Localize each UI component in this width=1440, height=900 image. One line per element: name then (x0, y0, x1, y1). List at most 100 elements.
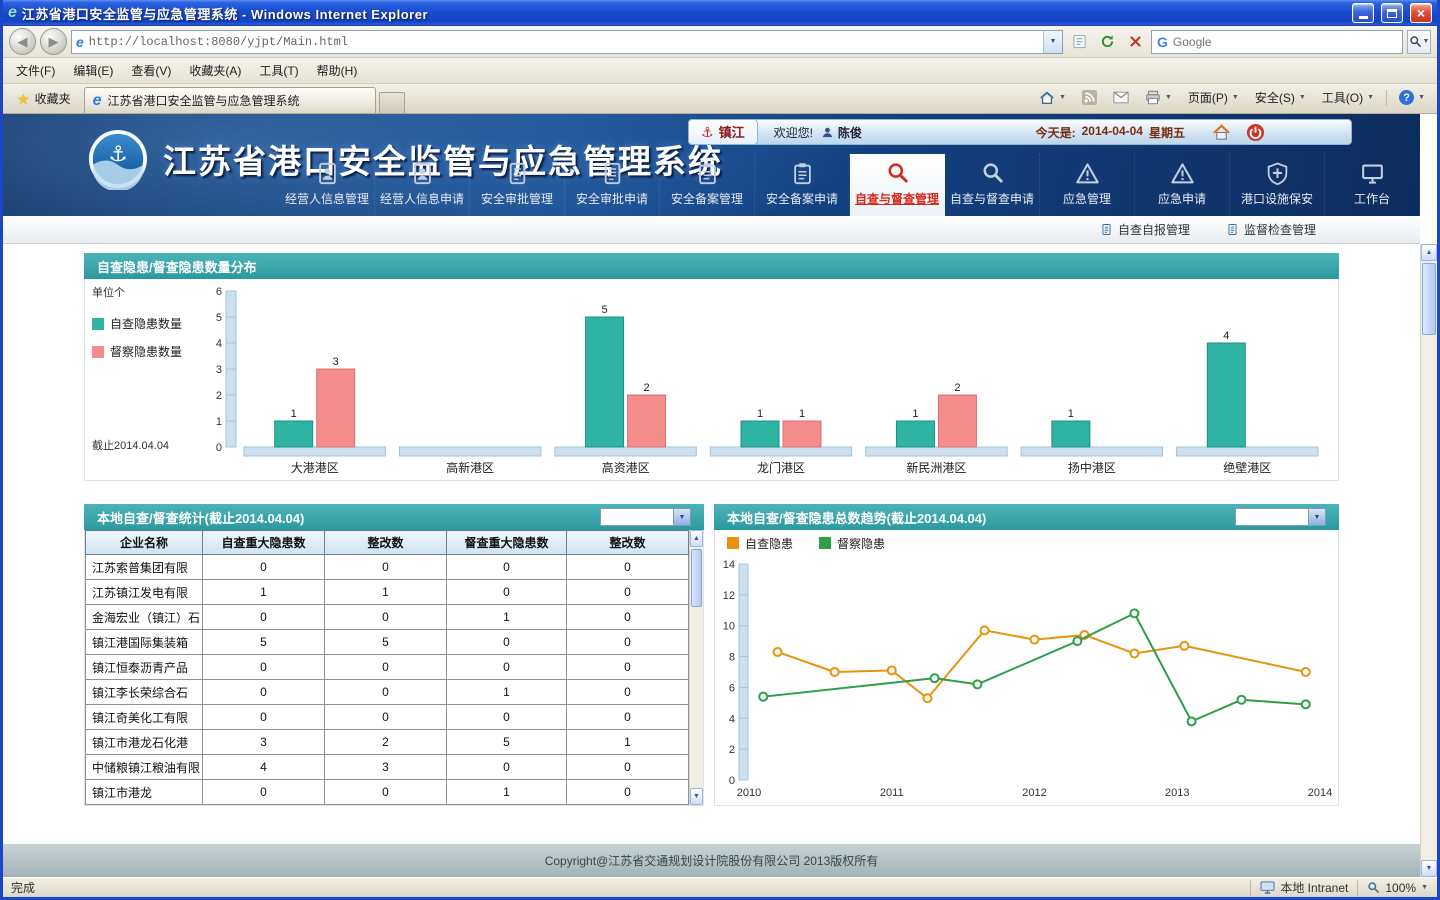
nav-item[interactable]: 安全审批管理 (470, 154, 565, 216)
scrollbar-thumb[interactable] (691, 549, 702, 607)
svg-text:2010: 2010 (737, 787, 761, 799)
logout-icon[interactable] (1245, 122, 1265, 142)
subnav-item[interactable]: 自查自报管理 (1100, 221, 1190, 238)
menu-item[interactable]: 帮助(H) (308, 58, 367, 83)
nav-item[interactable]: 自查与督查管理 (850, 154, 945, 216)
value-cell: 3 (325, 755, 447, 780)
nav-item[interactable]: 安全备案管理 (660, 154, 755, 216)
city-selector[interactable]: ⚓ 镇江 (688, 119, 758, 145)
table-row[interactable]: 镇江李长荣综合石0010 (86, 680, 689, 705)
date-label: 今天是: (1036, 124, 1076, 141)
svg-text:大港港区: 大港港区 (291, 461, 339, 475)
nav-item[interactable]: 安全备案申请 (755, 154, 850, 216)
home-shortcut-icon[interactable] (1211, 122, 1231, 142)
url-history-dropdown[interactable]: ▼ (1043, 31, 1062, 53)
scrollbar-track[interactable] (1421, 261, 1437, 860)
scroll-up-icon[interactable]: ▲ (1421, 244, 1437, 261)
trend-filter-combo[interactable]: ▼ (1235, 508, 1326, 526)
tab-favicon: e (93, 93, 102, 109)
scrollbar-track[interactable] (690, 547, 703, 788)
table-row[interactable]: 镇江市港龙石化港3251 (86, 730, 689, 755)
table-scrollbar[interactable]: ▲ ▼ (689, 530, 703, 805)
scroll-up-icon[interactable]: ▲ (690, 530, 703, 547)
chevron-down-icon: ▼ (1299, 94, 1306, 101)
zoom-control[interactable]: 100% ▼ (1357, 880, 1437, 896)
nav-item[interactable]: 经营人信息申请 (375, 154, 470, 216)
new-tab-button[interactable] (379, 92, 405, 113)
table-row[interactable]: 镇江市港龙0010 (86, 780, 689, 805)
help-button[interactable]: ? ▼ (1392, 86, 1432, 109)
table-panel-header: 本地自查/督查统计(截止2014.04.04) ▼ (84, 504, 704, 530)
value-cell: 2 (325, 730, 447, 755)
page-scrollbar[interactable]: ▲ ▼ (1420, 244, 1437, 877)
table-row[interactable]: 镇江港国际集装箱5500 (86, 630, 689, 655)
scroll-down-icon[interactable]: ▼ (690, 788, 703, 805)
stop-button[interactable] (1123, 30, 1147, 54)
nav-item[interactable]: 经营人信息管理 (280, 154, 375, 216)
maximize-icon (1387, 9, 1397, 18)
nav-item[interactable]: 应急申请 (1135, 154, 1230, 216)
column-header: 整改数 (325, 531, 447, 555)
legend-item: 自查隐患数量 (92, 315, 203, 332)
url-input[interactable] (89, 35, 1043, 49)
nav-item[interactable]: 安全审批申请 (565, 154, 660, 216)
subnav-item[interactable]: 监督检查管理 (1226, 221, 1316, 238)
value-cell: 1 (325, 580, 447, 605)
legend-swatch (92, 318, 104, 330)
value-cell: 0 (447, 630, 567, 655)
read-mail-button[interactable] (1106, 87, 1136, 108)
warning-icon (1170, 161, 1195, 187)
command-bar: ▼ ▼ 页面(P)▼ 安全(S) ▼ 工具(O)▼ ? ▼ (1032, 85, 1432, 113)
chevron-down-icon[interactable]: ▼ (1309, 508, 1326, 526)
back-button[interactable]: ◀ (9, 28, 36, 55)
svg-text:2011: 2011 (880, 787, 904, 799)
nav-item[interactable]: 港口设施保安 (1230, 154, 1325, 216)
feeds-button[interactable] (1075, 86, 1104, 109)
table-row[interactable]: 镇江恒泰沥青产品0000 (86, 655, 689, 680)
nav-item[interactable]: 应急管理 (1040, 154, 1135, 216)
search-input[interactable] (1173, 35, 1402, 49)
nav-item[interactable]: 自查与督查申请 (945, 154, 1040, 216)
forward-button[interactable]: ▶ (40, 28, 67, 55)
scroll-down-icon[interactable]: ▼ (1421, 860, 1437, 877)
toolbar-button-label: 安全(S) (1255, 89, 1295, 106)
favorites-button[interactable]: ★ 收藏夹 (8, 86, 80, 113)
value-cell: 0 (447, 705, 567, 730)
menu-item[interactable]: 编辑(E) (64, 58, 122, 83)
city-label: 镇江 (719, 122, 745, 141)
menu-item[interactable]: 文件(F) (7, 58, 64, 83)
menu-item[interactable]: 收藏夹(A) (180, 58, 250, 83)
refresh-button[interactable] (1095, 30, 1119, 54)
table-row[interactable]: 江苏索普集团有限0000 (86, 555, 689, 580)
stats-filter-combo[interactable]: ▼ (600, 508, 691, 526)
home-button[interactable]: ▼ (1032, 86, 1073, 110)
print-button[interactable]: ▼ (1138, 86, 1179, 109)
ie-icon: e (8, 5, 17, 21)
search-button[interactable]: ▼ (1407, 30, 1431, 54)
menu-item[interactable]: 查看(V) (122, 58, 180, 83)
toolbar-button[interactable]: 安全(S) ▼ (1248, 85, 1313, 110)
svg-text:扬中港区: 扬中港区 (1068, 460, 1116, 475)
chevron-down-icon[interactable]: ▼ (674, 508, 691, 526)
table-row[interactable]: 中储粮镇江粮油有限4300 (86, 755, 689, 780)
toolbar-button[interactable]: 页面(P)▼ (1181, 85, 1246, 110)
intranet-icon (1260, 881, 1275, 894)
table-row[interactable]: 镇江奇美化工有限0000 (86, 705, 689, 730)
chevron-down-icon: ▼ (1418, 94, 1425, 101)
menu-item[interactable]: 工具(T) (250, 58, 307, 83)
compatibility-view-icon[interactable] (1067, 30, 1091, 54)
svg-text:3: 3 (333, 356, 339, 368)
minimize-button[interactable] (1352, 3, 1374, 23)
company-name-cell: 中储粮镇江粮油有限 (86, 755, 203, 780)
scrollbar-thumb[interactable] (1422, 263, 1436, 335)
value-cell: 0 (447, 555, 567, 580)
maximize-button[interactable] (1381, 3, 1403, 23)
table-row[interactable]: 江苏镇江发电有限1100 (86, 580, 689, 605)
tab-active[interactable]: e 江苏省港口安全监管与应急管理系统 (84, 87, 376, 113)
table-row[interactable]: 金海宏业（镇江）石0010 (86, 605, 689, 630)
nav-item[interactable]: 工作台 (1325, 154, 1420, 216)
printer-icon (1145, 90, 1161, 105)
close-button[interactable]: × (1410, 3, 1432, 23)
toolbar-button[interactable]: 工具(O)▼ (1315, 85, 1381, 110)
menu-bar: 文件(F)编辑(E)查看(V)收藏夹(A)工具(T)帮助(H) (3, 58, 1437, 84)
